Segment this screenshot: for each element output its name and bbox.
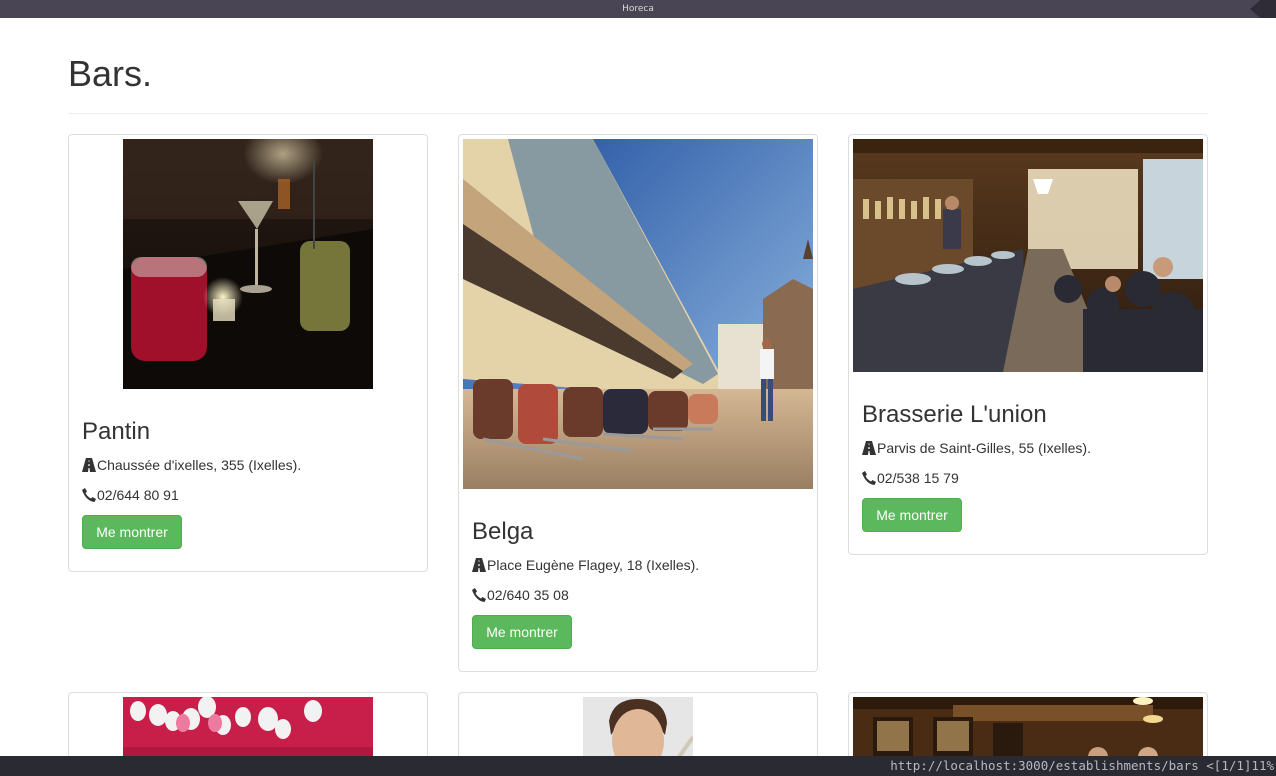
bar-address-text: Place Eugène Flagey, 18 (Ixelles).	[487, 557, 700, 573]
window-titlebar: Horeca	[0, 0, 1276, 18]
bar-address-text: Parvis de Saint-Gilles, 55 (Ixelles).	[877, 440, 1091, 456]
status-url: http://localhost:3000/establishments/bar…	[890, 758, 1274, 773]
bar-name: Belga	[472, 518, 534, 545]
road-icon	[82, 458, 96, 472]
status-bar: http://localhost:3000/establishments/bar…	[0, 756, 1276, 776]
bar-address: Parvis de Saint-Gilles, 55 (Ixelles).	[862, 439, 1091, 457]
bar-photo-belga	[463, 139, 813, 489]
show-me-button[interactable]: Me montrer	[862, 498, 962, 532]
bar-card-pantin: Pantin Chaussée d'ixelles, 355 (Ixelles)…	[68, 134, 428, 572]
show-me-button[interactable]: Me montrer	[82, 515, 182, 549]
bar-photo-pantin	[123, 139, 373, 389]
window-corner-icon[interactable]	[1250, 0, 1276, 18]
bar-address-text: Chaussée d'ixelles, 355 (Ixelles).	[97, 457, 302, 473]
bar-name: Brasserie L'union	[862, 401, 1047, 428]
bar-phone-text: 02/640 35 08	[487, 587, 569, 603]
phone-icon	[472, 588, 486, 602]
bar-photo-brasserie-lunion	[853, 139, 1203, 372]
bar-phone: 02/644 80 91	[82, 486, 179, 504]
phone-icon	[862, 471, 876, 485]
road-icon	[862, 441, 876, 455]
page-title: Bars.	[68, 53, 153, 94]
bar-phone: 02/538 15 79	[862, 469, 959, 487]
road-icon	[472, 558, 486, 572]
window-title: Horeca	[622, 4, 654, 14]
show-me-button[interactable]: Me montrer	[472, 615, 572, 649]
bar-name: Pantin	[82, 418, 151, 445]
title-divider	[68, 113, 1208, 114]
bar-card-belga: Belga Place Eugène Flagey, 18 (Ixelles).…	[458, 134, 818, 672]
bar-phone-text: 02/644 80 91	[97, 487, 179, 503]
bar-address: Chaussée d'ixelles, 355 (Ixelles).	[82, 456, 301, 474]
bar-card-brasserie-lunion: Brasserie L'union Parvis de Saint-Gilles…	[848, 134, 1208, 555]
bar-address: Place Eugène Flagey, 18 (Ixelles).	[472, 556, 699, 574]
phone-icon	[82, 488, 96, 502]
bar-phone: 02/640 35 08	[472, 586, 569, 604]
bar-phone-text: 02/538 15 79	[877, 470, 959, 486]
